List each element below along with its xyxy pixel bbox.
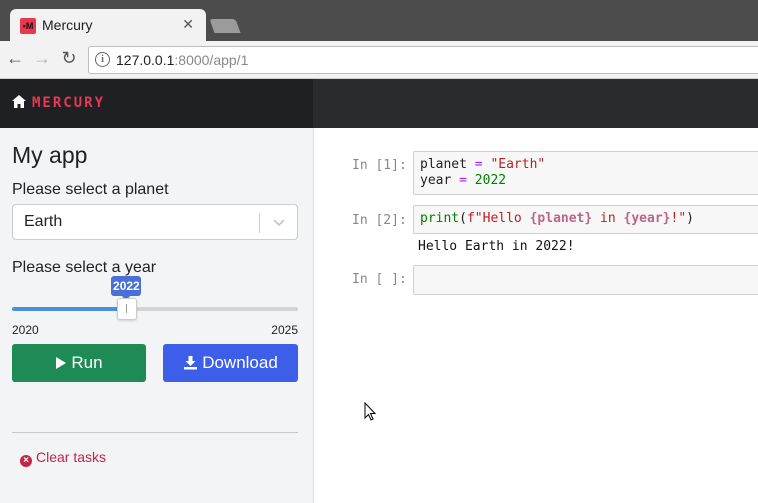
mercury-favicon-icon: •M: [20, 18, 36, 34]
url-text: 127.0.0.1:8000/app/1: [116, 52, 249, 68]
cell-prompt: In [ ]:: [352, 272, 407, 287]
new-tab-button[interactable]: [209, 19, 241, 33]
code-cell[interactable]: planet = "Earth" year = 2022: [413, 151, 758, 195]
slider-fill: [12, 307, 127, 311]
slider-handle[interactable]: [117, 298, 138, 320]
chevron-down-icon[interactable]: [269, 212, 289, 232]
brand-text: MERCURY: [32, 95, 106, 111]
browser-tab[interactable]: •M Mercury ✕: [10, 9, 206, 41]
play-icon: [56, 357, 67, 369]
tab-title: Mercury: [42, 17, 93, 33]
cell-prompt: In [1]:: [352, 158, 407, 173]
slider-value-bubble: 2022: [111, 276, 142, 301]
brand-link[interactable]: MERCURY: [12, 95, 105, 111]
run-button[interactable]: Run: [12, 344, 146, 382]
app-title: My app: [12, 142, 88, 168]
empty-code-cell[interactable]: [413, 265, 758, 295]
mouse-cursor-icon: [364, 402, 377, 421]
address-bar[interactable]: i 127.0.0.1:8000/app/1: [88, 46, 758, 74]
planet-select-value: Earth: [24, 213, 63, 230]
download-icon: [184, 356, 198, 370]
slider-max-label: 2025: [271, 323, 298, 337]
app-header: MERCURY: [0, 79, 758, 128]
planet-select[interactable]: Earth: [12, 204, 298, 240]
info-icon[interactable]: i: [95, 52, 110, 67]
year-label: Please select a year: [12, 259, 157, 276]
code-line: year = 2022: [420, 173, 507, 188]
year-slider[interactable]: 2022: [12, 276, 298, 320]
code-line: print(f"Hello {planet} in {year}!"): [420, 211, 694, 226]
select-separator: [259, 213, 260, 233]
clear-icon: ×: [20, 455, 32, 467]
browser-tabbar: •M Mercury ✕: [0, 0, 758, 41]
clear-tasks-link[interactable]: × Clear tasks: [20, 449, 106, 467]
close-icon[interactable]: ✕: [182, 16, 194, 33]
cell-output: Hello Earth in 2022!: [418, 239, 575, 254]
reload-icon[interactable]: ↻: [58, 48, 80, 69]
notebook-view: In [1]: planet = "Earth" year = 2022 In …: [314, 128, 758, 503]
run-button-label: Run: [71, 353, 103, 372]
planet-label: Please select a planet: [12, 181, 169, 198]
code-line: planet = "Earth": [420, 157, 546, 172]
back-icon[interactable]: ←: [4, 48, 26, 69]
sidebar-divider: [12, 432, 298, 433]
download-button-label: Download: [202, 353, 278, 372]
home-icon: [12, 95, 26, 108]
forward-icon[interactable]: →: [31, 48, 53, 69]
download-button[interactable]: Download: [163, 344, 298, 382]
code-cell[interactable]: print(f"Hello {planet} in {year}!"): [413, 205, 758, 234]
browser-toolbar: ← → ↻ i 127.0.0.1:8000/app/1: [0, 41, 758, 79]
sidebar: My app Please select a planet Earth Plea…: [0, 128, 314, 503]
app-header-brand-area: MERCURY: [0, 79, 313, 128]
cell-prompt: In [2]:: [352, 213, 407, 228]
slider-min-label: 2020: [12, 323, 39, 337]
clear-tasks-label: Clear tasks: [36, 449, 107, 465]
